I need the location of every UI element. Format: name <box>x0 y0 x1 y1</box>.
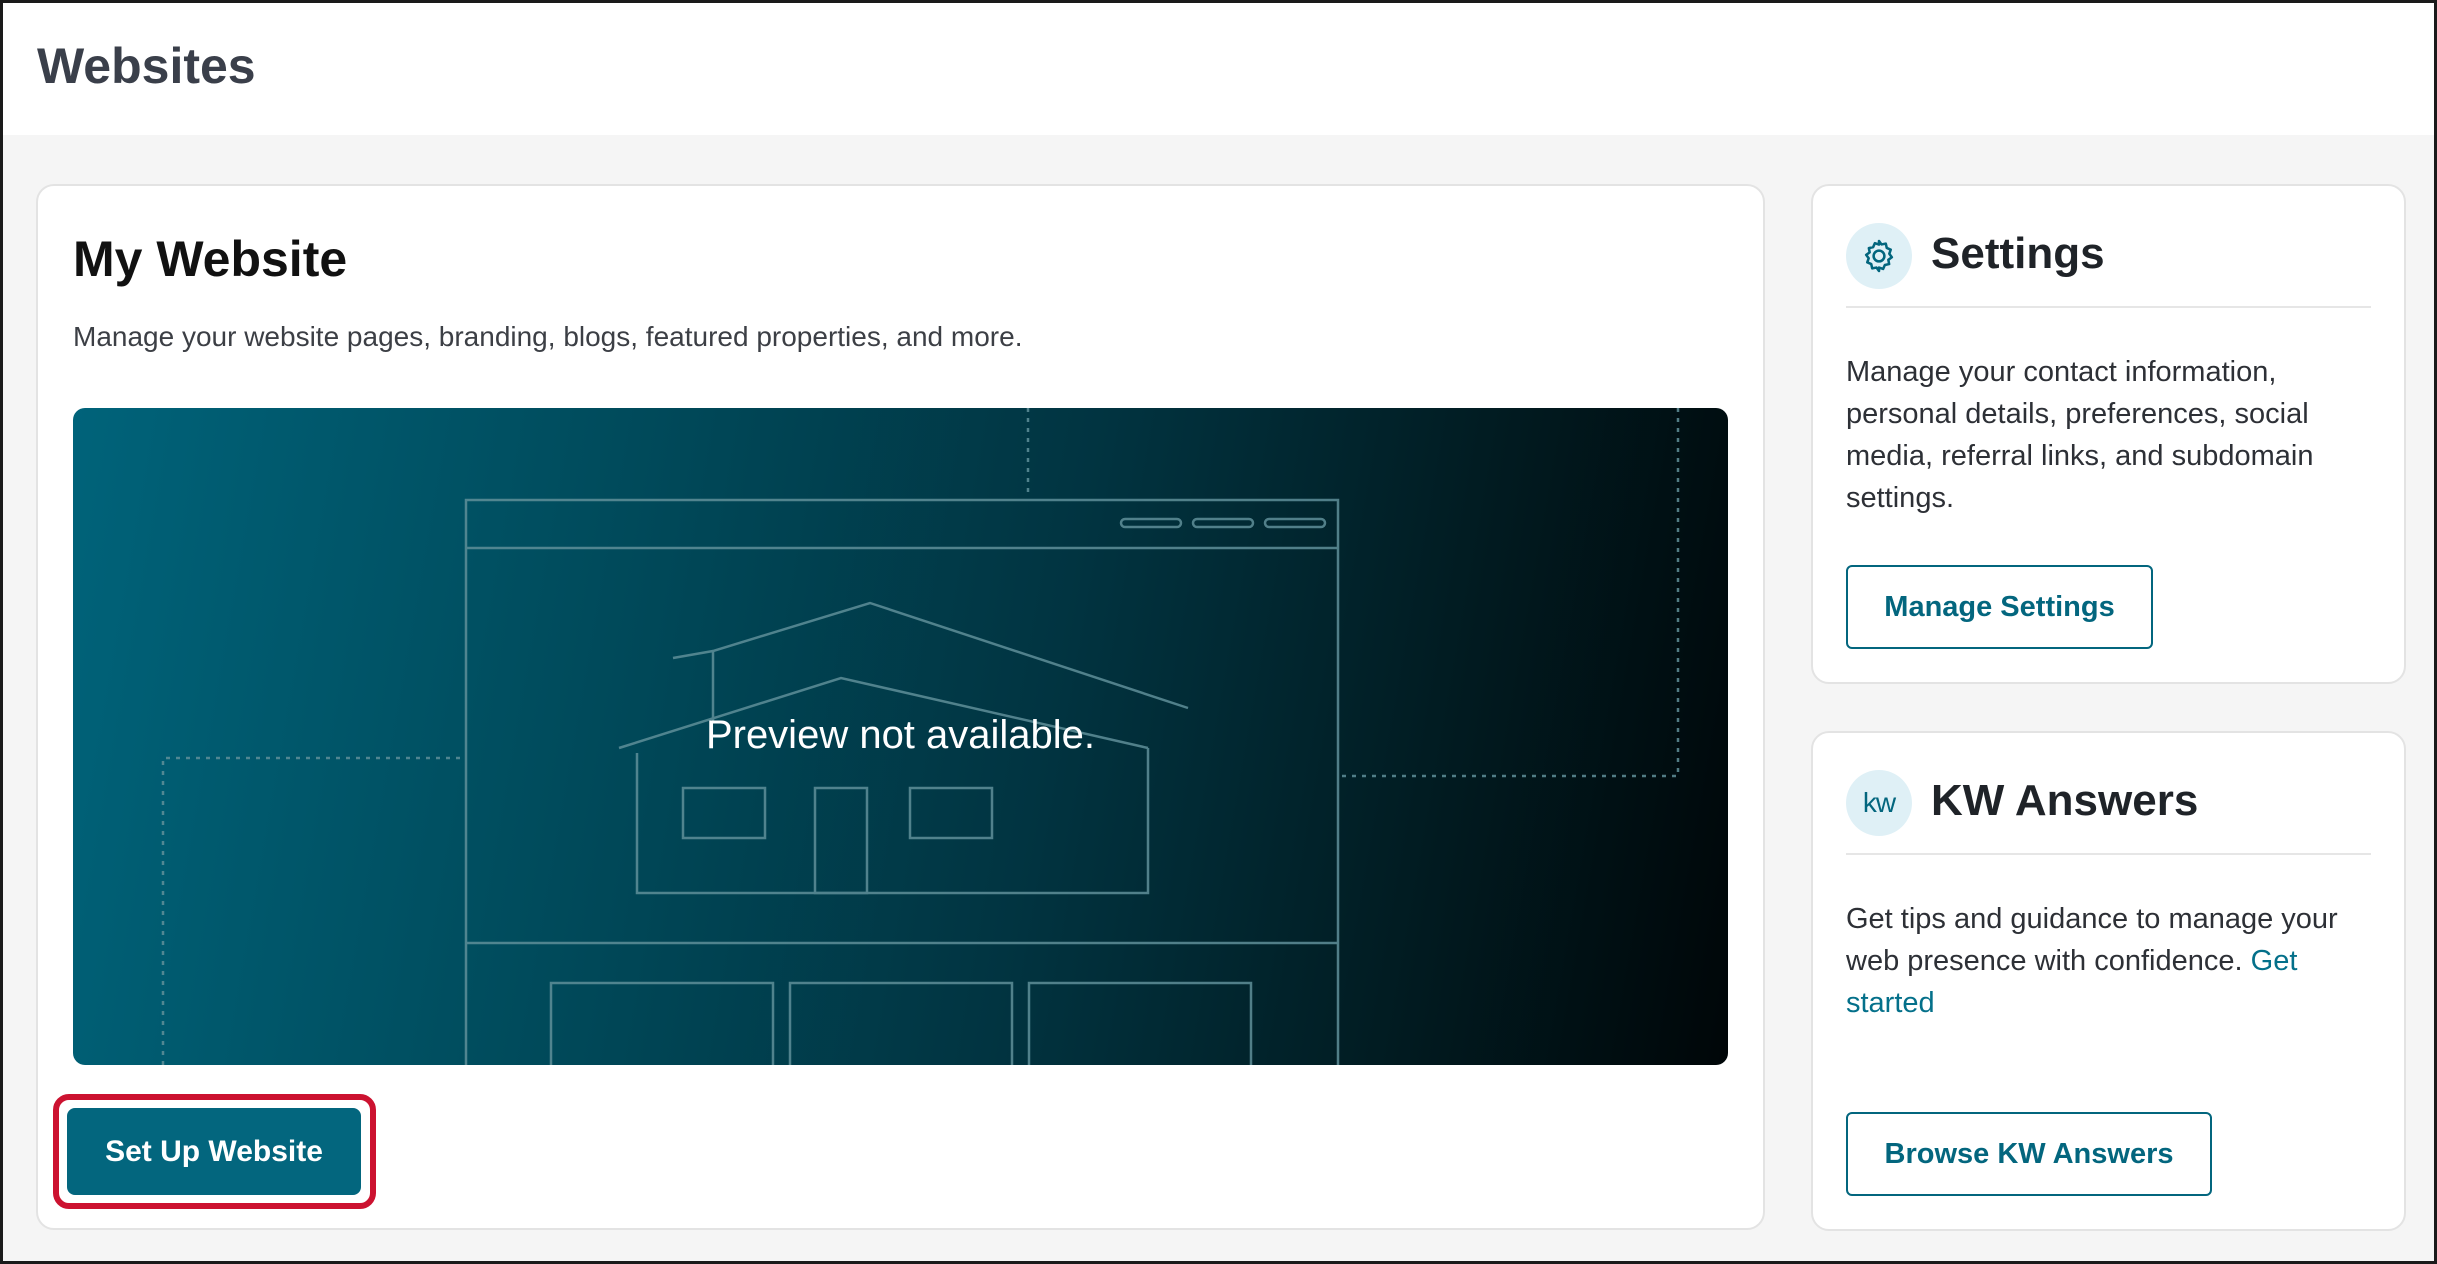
kw-answers-description: Get tips and guidance to manage your web… <box>1846 898 2386 1024</box>
my-website-card: My Website Manage your website pages, br… <box>36 184 1765 1230</box>
manage-settings-button[interactable]: Manage Settings <box>1846 565 2153 649</box>
set-up-website-button[interactable]: Set Up Website <box>67 1108 361 1195</box>
divider <box>1846 853 2371 855</box>
gear-icon <box>1846 223 1912 289</box>
kw-answers-title: KW Answers <box>1931 776 2199 825</box>
app-frame: Websites My Website Manage your website … <box>0 0 2437 1264</box>
kw-logo-icon: kw <box>1846 770 1912 836</box>
my-website-description: Manage your website pages, branding, blo… <box>73 321 1023 352</box>
page-title: Websites <box>37 38 256 94</box>
page-header: Websites <box>3 3 2434 135</box>
settings-title: Settings <box>1931 229 2105 278</box>
settings-card: Settings Manage your contact information… <box>1811 184 2406 684</box>
preview-unavailable-text: Preview not available. <box>705 713 1096 757</box>
kw-logo-text: kw <box>1862 787 1896 818</box>
browse-kw-answers-button[interactable]: Browse KW Answers <box>1846 1112 2212 1196</box>
settings-description: Manage your contact information, persona… <box>1846 356 2314 514</box>
divider <box>1846 306 2371 308</box>
my-website-title: My Website <box>73 231 348 287</box>
website-preview: Preview not available. <box>73 408 1728 1065</box>
kw-answers-card: kw KW Answers Get tips and guidance to m… <box>1811 731 2406 1231</box>
